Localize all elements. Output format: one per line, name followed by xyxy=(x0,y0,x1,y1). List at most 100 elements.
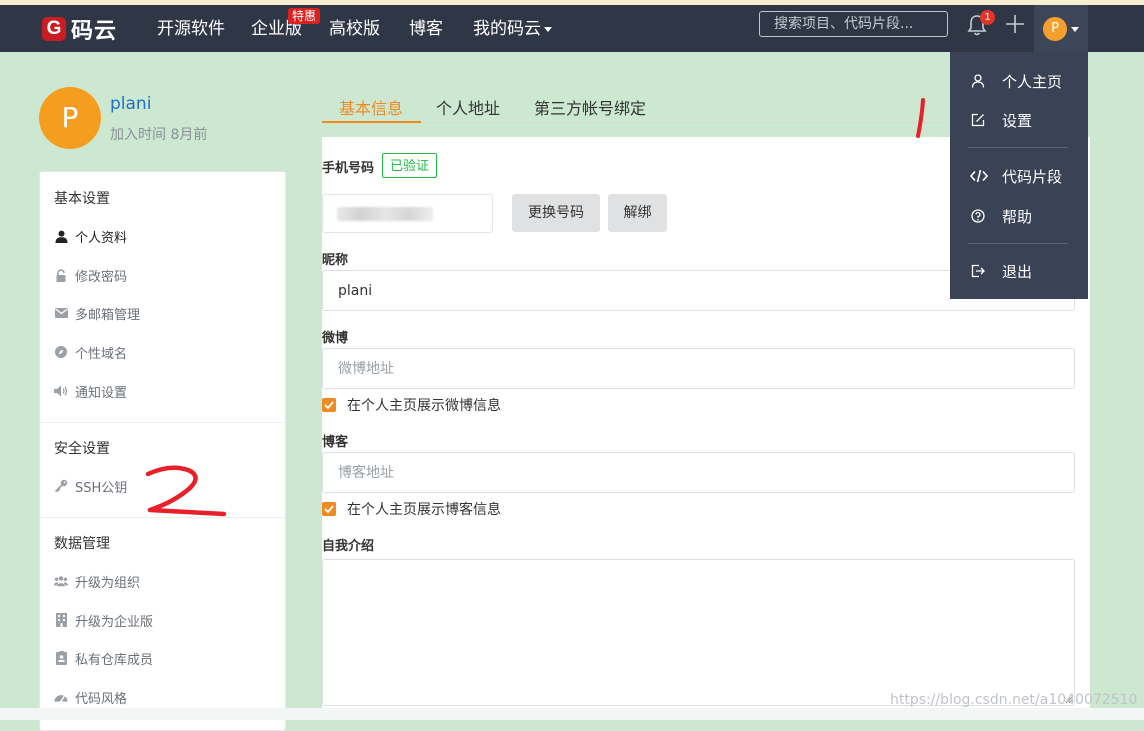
phone-label: 手机号码 xyxy=(322,161,375,176)
bio-label: 自我介绍 xyxy=(322,539,375,554)
sidebar-item-ssh-keys[interactable]: SSH公钥 xyxy=(54,476,127,496)
compass-icon xyxy=(54,345,68,359)
menu-item-label: 帮助 xyxy=(1002,207,1033,226)
tab-personal-address[interactable]: 个人地址 xyxy=(436,95,500,119)
nav-my-gitee[interactable]: 我的码云 xyxy=(473,19,552,39)
sidebar-item-label: 修改密码 xyxy=(75,269,128,285)
sidebar-item-label: 升级为企业版 xyxy=(75,614,154,630)
sidebar-item-label: 多邮箱管理 xyxy=(75,307,141,323)
show-weibo-checkbox[interactable]: 在个人主页展示微博信息 xyxy=(322,396,501,414)
profile-name[interactable]: plani xyxy=(110,94,151,114)
menu-item-label: 代码片段 xyxy=(1002,167,1063,186)
change-phone-button[interactable]: 更换号码 xyxy=(512,194,600,232)
logo-mark: G xyxy=(42,17,66,41)
unbind-phone-button[interactable]: 解绑 xyxy=(608,194,667,232)
menu-separator xyxy=(968,147,1068,148)
masked-phone-number xyxy=(337,207,433,221)
nav-blog[interactable]: 博客 xyxy=(409,19,443,39)
sidebar-divider xyxy=(40,517,285,518)
chevron-down-icon xyxy=(1071,27,1079,32)
verified-badge: 已验证 xyxy=(382,153,438,178)
sidebar-item-label: 个人资料 xyxy=(75,230,128,246)
section-title-basic: 基本设置 xyxy=(54,191,110,207)
sidebar-item-label: 通知设置 xyxy=(75,385,128,401)
blog-label: 博客 xyxy=(322,435,349,450)
blog-input[interactable] xyxy=(322,452,1075,493)
show-blog-checkbox[interactable]: 在个人主页展示博客信息 xyxy=(322,500,501,518)
envelope-icon xyxy=(54,306,68,320)
weibo-label: 微博 xyxy=(322,331,349,346)
sidebar-item-profile[interactable]: 个人资料 xyxy=(54,226,127,246)
sidebar-item-label: 私有仓库成员 xyxy=(75,652,154,668)
menu-item-logout[interactable]: 退出 xyxy=(950,257,1088,285)
checkbox-checked-icon xyxy=(322,398,336,412)
help-icon xyxy=(970,208,986,224)
settings-sidebar: 基本设置 个人资料 修改密码 多邮箱管理 个性域名 通知设置 安全设置 SSH公… xyxy=(39,171,286,731)
logo-text: 码云 xyxy=(71,19,118,44)
sidebar-item-emails[interactable]: 多邮箱管理 xyxy=(54,303,140,323)
user-icon xyxy=(54,229,68,243)
logout-icon xyxy=(970,263,986,279)
dashboard-icon xyxy=(54,690,68,704)
section-title-security: 安全设置 xyxy=(54,441,110,457)
top-navbar: G 码云 开源软件 企业版 特惠 高校版 博客 我的码云 1 xyxy=(0,5,1144,52)
hot-badge: 特惠 xyxy=(288,8,321,24)
sidebar-item-upgrade-org[interactable]: 升级为组织 xyxy=(54,571,140,591)
sidebar-item-domain[interactable]: 个性域名 xyxy=(54,342,127,362)
volume-icon xyxy=(54,384,68,398)
lock-icon xyxy=(54,268,68,282)
menu-item-homepage[interactable]: 个人主页 xyxy=(950,67,1088,95)
plus-icon[interactable] xyxy=(1004,13,1026,35)
nav-education[interactable]: 高校版 xyxy=(329,19,380,39)
building-icon xyxy=(54,613,68,627)
tab-basic-info[interactable]: 基本信息 xyxy=(339,95,403,119)
users-icon xyxy=(54,574,68,588)
annotation-marker-1 xyxy=(916,98,925,138)
sidebar-item-label: SSH公钥 xyxy=(75,480,128,496)
nickname-label: 昵称 xyxy=(322,253,349,268)
sidebar-item-upgrade-enterprise[interactable]: 升级为企业版 xyxy=(54,610,153,630)
menu-item-settings[interactable]: 设置 xyxy=(950,106,1088,134)
edit-icon xyxy=(970,112,986,128)
profile-joined-time: 加入时间 8月前 xyxy=(110,127,208,143)
watermark: https://blog.csdn.net/a1040072510 xyxy=(890,692,1138,708)
sidebar-item-password[interactable]: 修改密码 xyxy=(54,265,127,285)
sidebar-item-label: 代码风格 xyxy=(75,691,128,707)
menu-separator xyxy=(968,243,1068,244)
nav-my-gitee-label: 我的码云 xyxy=(473,19,541,39)
profile-avatar[interactable]: P xyxy=(39,87,101,149)
bottom-bar xyxy=(0,708,1144,720)
chevron-down-icon xyxy=(544,26,552,32)
bio-textarea[interactable] xyxy=(322,559,1075,706)
menu-item-help[interactable]: 帮助 xyxy=(950,202,1088,230)
show-blog-label: 在个人主页展示博客信息 xyxy=(347,502,501,518)
nav-open-source[interactable]: 开源软件 xyxy=(157,19,225,39)
show-weibo-label: 在个人主页展示微博信息 xyxy=(347,398,501,414)
user-menu-toggle[interactable]: P xyxy=(1034,5,1088,52)
tab-third-party-accounts[interactable]: 第三方帐号绑定 xyxy=(534,95,646,119)
search-input[interactable] xyxy=(759,11,948,37)
sidebar-item-code-style[interactable]: 代码风格 xyxy=(54,687,127,707)
menu-item-snippets[interactable]: 代码片段 xyxy=(950,162,1088,190)
sidebar-item-label: 个性域名 xyxy=(75,346,128,362)
active-tab-indicator xyxy=(322,121,421,123)
logo[interactable]: G 码云 xyxy=(42,15,118,44)
code-icon xyxy=(970,168,988,184)
weibo-input[interactable] xyxy=(322,348,1075,389)
user-dropdown-menu: 个人主页 设置 代码片段 帮助 退出 xyxy=(950,52,1088,299)
section-title-data: 数据管理 xyxy=(54,536,110,552)
menu-item-label: 个人主页 xyxy=(1002,72,1063,91)
sidebar-item-label: 升级为组织 xyxy=(75,575,141,591)
person-icon xyxy=(970,73,986,89)
menu-item-label: 设置 xyxy=(1002,111,1033,130)
avatar: P xyxy=(1043,17,1067,41)
badge-icon xyxy=(54,651,68,665)
menu-item-label: 退出 xyxy=(1002,262,1033,281)
checkbox-checked-icon xyxy=(322,502,336,516)
notification-badge: 1 xyxy=(980,10,995,25)
sidebar-item-notifications[interactable]: 通知设置 xyxy=(54,381,127,401)
key-icon xyxy=(54,479,68,493)
sidebar-item-private-members[interactable]: 私有仓库成员 xyxy=(54,648,153,668)
sidebar-divider xyxy=(40,422,285,423)
phone-field xyxy=(322,194,493,233)
